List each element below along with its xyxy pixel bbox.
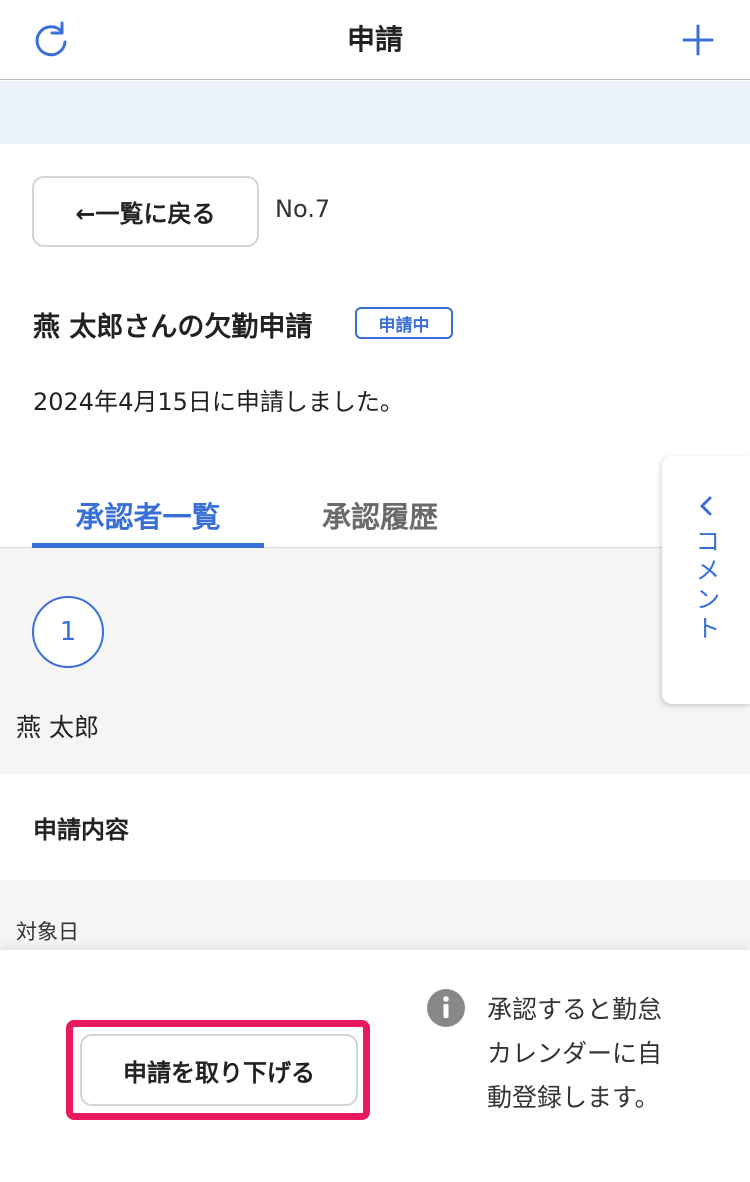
info-icon [427,989,465,1027]
bottom-action-bar: 申請を取り下げる 承認すると勤怠カレンダーに自動登録します。 [0,950,750,1182]
back-to-list-button[interactable]: ←一覧に戻る [32,176,259,247]
page-title: 申請 [346,23,403,56]
status-badge: 申請中 [355,307,453,339]
submitted-date-text: 2024年4月15日に申請しました。 [33,388,404,416]
target-date-row: 対象日 [0,880,750,960]
request-content-heading: 申請内容 [33,816,129,844]
approver-name: 燕 太郎 [16,713,99,742]
tab-bar: 承認者一覧 承認履歴 [0,480,750,548]
request-title: 燕 太郎さんの欠勤申請 [33,312,313,343]
chevron-left-icon [700,496,712,516]
tab-approver-list[interactable]: 承認者一覧 [32,494,264,548]
approver-step-number: 1 [32,596,104,668]
page: 申請 ←一覧に戻る No.7 燕 太郎さんの欠勤申請 申請中 2024年4月15… [0,0,750,1182]
plus-icon[interactable] [680,22,716,58]
target-date-label: 対象日 [16,920,79,944]
withdraw-request-button[interactable]: 申請を取り下げる [80,1034,358,1106]
request-number: No.7 [275,195,331,223]
tab-approval-history[interactable]: 承認履歴 [264,494,496,548]
approver-list: 1 燕 太郎 [0,548,750,774]
info-band [0,81,750,144]
comment-label: コメント [692,528,721,644]
app-header: 申請 [0,0,750,80]
info-text: 承認すると勤怠カレンダーに自動登録します。 [487,995,663,1112]
comment-side-tab[interactable]: コメント [662,456,750,704]
